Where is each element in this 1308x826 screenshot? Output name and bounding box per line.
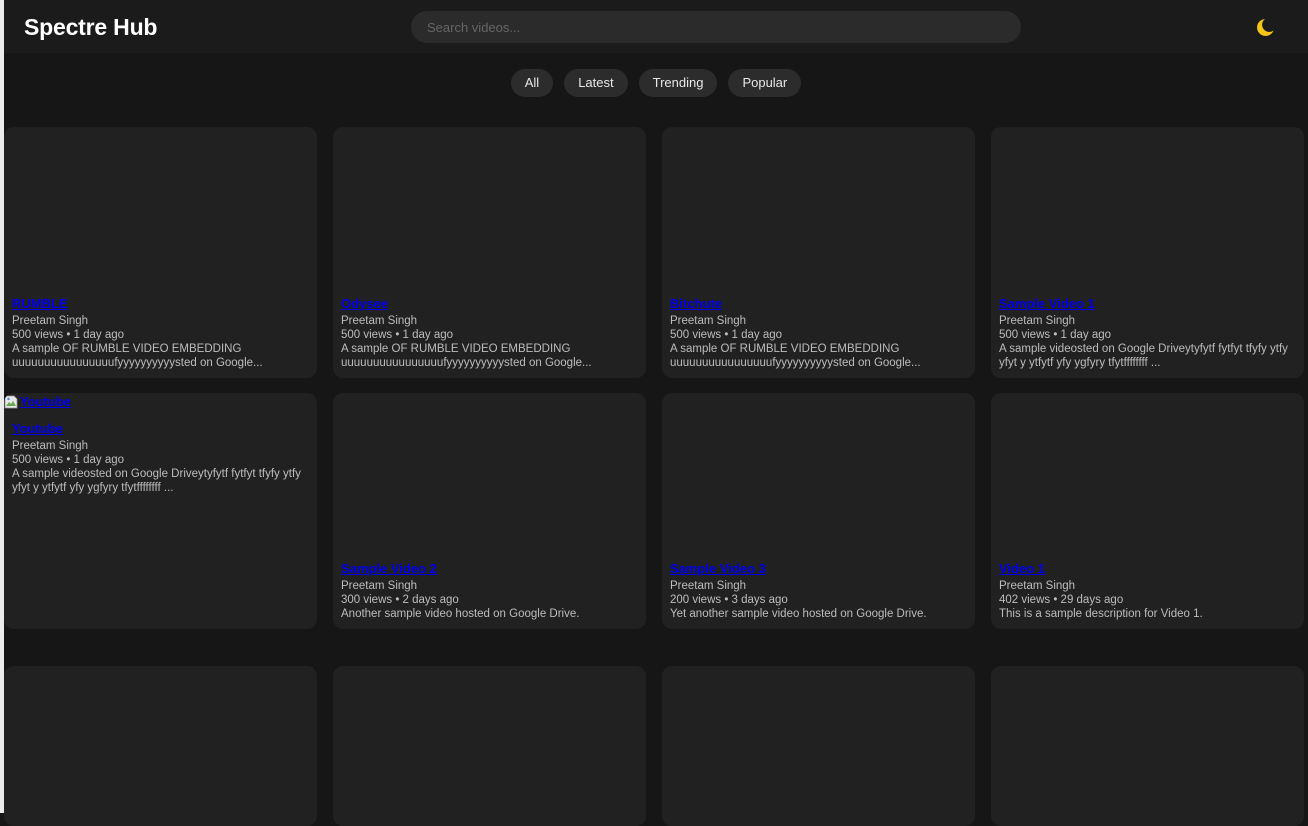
video-description: A sample videosted on Google Driveytyfyt… <box>999 343 1288 369</box>
video-card[interactable]: Sample Video 2 Preetam Singh 300 views •… <box>333 393 646 629</box>
video-description: A sample OF RUMBLE VIDEO EMBEDDING uuuuu… <box>670 343 921 369</box>
video-author: Preetam Singh <box>12 315 89 327</box>
video-grid-row-1: RUMBLE Preetam Singh 500 views • 1 day a… <box>4 127 1308 378</box>
video-description: Another sample video hosted on Google Dr… <box>341 608 580 620</box>
search-input[interactable] <box>411 11 1021 43</box>
filter-bar: All Latest Trending Popular <box>4 69 1308 97</box>
video-card[interactable]: Sample Video 3 Preetam Singh 200 views •… <box>662 393 975 629</box>
video-stats: 500 views • 1 day ago <box>12 329 125 341</box>
video-title-link[interactable]: RUMBLE <box>12 296 309 311</box>
video-grid-row-3 <box>4 666 1308 826</box>
top-header: Spectre Hub <box>4 0 1308 53</box>
video-card[interactable]: Bitchute Preetam Singh 500 views • 1 day… <box>662 127 975 378</box>
video-stats: 500 views • 1 day ago <box>670 329 783 341</box>
video-description: This is a sample description for Video 1… <box>999 608 1203 620</box>
video-author: Preetam Singh <box>341 315 418 327</box>
thumbnail-alt-text: Youtube <box>20 394 72 409</box>
moon-icon[interactable] <box>1254 14 1280 40</box>
video-author: Preetam Singh <box>12 440 89 452</box>
video-description: A sample videosted on Google Driveytyfyt… <box>12 468 301 494</box>
video-card[interactable]: RUMBLE Preetam Singh 500 views • 1 day a… <box>4 127 317 378</box>
video-stats: 300 views • 2 days ago <box>341 594 459 606</box>
video-author: Preetam Singh <box>670 580 747 592</box>
video-stats: 500 views • 1 day ago <box>999 329 1112 341</box>
video-card-placeholder[interactable] <box>662 666 975 826</box>
video-title-link[interactable]: Bitchute <box>670 296 967 311</box>
video-thumbnail[interactable]: Youtube <box>4 394 71 409</box>
video-card[interactable]: Video 1 Preetam Singh 402 views • 29 day… <box>991 393 1304 629</box>
video-author: Preetam Singh <box>670 315 747 327</box>
video-title-link[interactable]: Youtube <box>12 421 309 436</box>
video-card[interactable]: Youtube Youtube Preetam Singh 500 views … <box>4 393 317 629</box>
video-stats: 200 views • 3 days ago <box>670 594 788 606</box>
filter-trending[interactable]: Trending <box>638 69 718 97</box>
filter-all[interactable]: All <box>510 69 554 97</box>
video-card-placeholder[interactable] <box>333 666 646 826</box>
video-card[interactable]: Odysee Preetam Singh 500 views • 1 day a… <box>333 127 646 378</box>
site-logo[interactable]: Spectre Hub <box>24 14 157 41</box>
video-stats: 402 views • 29 days ago <box>999 594 1124 606</box>
video-title-link[interactable]: Sample Video 3 <box>670 561 967 576</box>
video-card-placeholder[interactable] <box>991 666 1304 826</box>
video-author: Preetam Singh <box>999 315 1076 327</box>
filter-popular[interactable]: Popular <box>728 69 802 97</box>
video-description: Yet another sample video hosted on Googl… <box>670 608 927 620</box>
video-title-link[interactable]: Sample Video 1 <box>999 296 1296 311</box>
video-stats: 500 views • 1 day ago <box>341 329 454 341</box>
video-author: Preetam Singh <box>341 580 418 592</box>
video-description: A sample OF RUMBLE VIDEO EMBEDDING uuuuu… <box>341 343 592 369</box>
broken-image-icon <box>4 395 18 408</box>
video-card[interactable]: Sample Video 1 Preetam Singh 500 views •… <box>991 127 1304 378</box>
filter-latest[interactable]: Latest <box>564 69 628 97</box>
video-stats: 500 views • 1 day ago <box>12 454 125 466</box>
video-description: A sample OF RUMBLE VIDEO EMBEDDING uuuuu… <box>12 343 263 369</box>
video-card-placeholder[interactable] <box>4 666 317 826</box>
video-grid-row-2: Youtube Youtube Preetam Singh 500 views … <box>4 393 1308 629</box>
video-title-link[interactable]: Odysee <box>341 296 638 311</box>
video-title-link[interactable]: Sample Video 2 <box>341 561 638 576</box>
video-title-link[interactable]: Video 1 <box>999 561 1296 576</box>
video-author: Preetam Singh <box>999 580 1076 592</box>
